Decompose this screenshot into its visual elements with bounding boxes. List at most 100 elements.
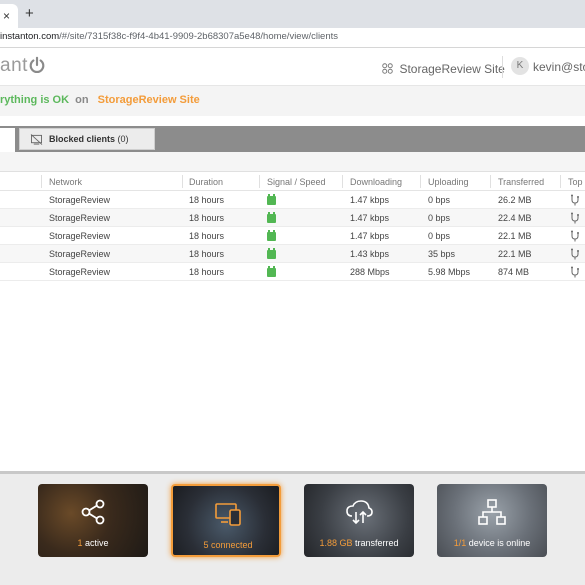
table-header: Network Duration Signal / Speed Download… — [0, 172, 585, 191]
table-row[interactable]: StorageReview 18 hours 1.47 kbps 0 bps 2… — [0, 227, 585, 245]
cell-network: StorageReview — [49, 231, 111, 241]
status-message: rything is OK on StorageReview Site — [0, 94, 200, 106]
col-duration[interactable]: Duration — [189, 177, 223, 187]
cell-duration: 18 hours — [189, 213, 225, 223]
column-separator — [490, 175, 491, 188]
transferred-amount: 1.88 GB — [319, 538, 353, 548]
device-summary: 1/1 device is online — [437, 538, 547, 548]
col-network[interactable]: Network — [49, 177, 82, 187]
table-toolbar — [0, 152, 585, 172]
sites-grid-icon — [382, 63, 393, 74]
clients-table: Network Duration Signal / Speed Download… — [0, 172, 585, 281]
tab-blocked-clients[interactable]: Blocked clients (0) — [19, 128, 155, 150]
avatar[interactable]: K — [511, 57, 529, 75]
cell-uploading: 5.98 Mbps — [428, 267, 471, 277]
cell-transferred: 26.2 MB — [498, 195, 532, 205]
cell-downloading: 1.47 kbps — [350, 231, 390, 241]
user-name[interactable]: kevin@sto — [533, 60, 585, 74]
connected-count: 5 — [203, 540, 209, 550]
col-uploading[interactable]: Uploading — [428, 177, 469, 187]
cell-transferred: 22.1 MB — [498, 231, 532, 241]
signal-icon — [267, 230, 276, 241]
address-bar[interactable]: instanton.com/#/site/7315f38c-f9f4-4b41-… — [0, 28, 585, 48]
cell-downloading: 1.43 kbps — [350, 249, 390, 259]
blocked-clients-text: Blocked clients — [49, 134, 116, 144]
app-header: ant StorageReview Site K kevin@sto — [0, 48, 585, 86]
device-card[interactable]: 1/1 device is online — [437, 484, 547, 557]
cell-network: StorageReview — [49, 249, 111, 259]
topology-icon[interactable] — [569, 212, 581, 224]
column-separator — [342, 175, 343, 188]
cell-uploading: 35 bps — [428, 249, 456, 259]
table-row[interactable]: StorageReview 18 hours 1.47 kbps 0 bps 2… — [0, 191, 585, 209]
device-count: 1/1 — [453, 538, 467, 548]
connected-summary: 5 connected — [173, 540, 279, 550]
col-downloading[interactable]: Downloading — [350, 177, 402, 187]
topology-icon[interactable] — [569, 248, 581, 260]
active-card[interactable]: 1 active — [38, 484, 148, 557]
transferred-card[interactable]: 1.88 GB transferred — [304, 484, 414, 557]
new-tab-button[interactable]: + — [25, 6, 34, 21]
cell-duration: 18 hours — [189, 267, 225, 277]
cell-transferred: 22.4 MB — [498, 213, 532, 223]
summary-cards: 1 active 5 connected 1.88 GB transferred — [0, 474, 585, 585]
cell-downloading: 1.47 kbps — [350, 213, 390, 223]
url-path: /#/site/7315f38c-f9f4-4b41-9909-2b68307a… — [59, 31, 339, 42]
topology-icon[interactable] — [569, 230, 581, 242]
column-separator — [560, 175, 561, 188]
cell-uploading: 0 bps — [428, 213, 451, 223]
cell-duration: 18 hours — [189, 249, 225, 259]
cell-downloading: 1.47 kbps — [350, 195, 390, 205]
signal-icon — [267, 212, 276, 223]
col-transferred[interactable]: Transferred — [498, 177, 544, 187]
header-divider — [502, 56, 503, 78]
status-site-link[interactable]: StorageReview Site — [98, 94, 200, 106]
blocked-clients-label: Blocked clients (0) — [49, 134, 129, 144]
devices-icon — [215, 503, 241, 526]
active-summary: 1 active — [38, 538, 148, 548]
browser-tab[interactable]: × — [0, 4, 18, 28]
column-separator — [420, 175, 421, 188]
network-device-icon — [478, 499, 506, 525]
share-network-icon — [81, 499, 105, 525]
column-separator — [182, 175, 183, 188]
cell-duration: 18 hours — [189, 231, 225, 241]
signal-icon — [267, 248, 276, 259]
app-window: × + instanton.com/#/site/7315f38c-f9f4-4… — [0, 0, 585, 585]
cell-transferred: 22.1 MB — [498, 249, 532, 259]
clients-tabs: Blocked clients (0) — [0, 126, 585, 152]
tab-close-icon[interactable]: × — [3, 9, 10, 23]
cell-network: StorageReview — [49, 267, 111, 277]
table-row[interactable]: StorageReview 18 hours 1.47 kbps 0 bps 2… — [0, 209, 585, 227]
active-count: 1 — [77, 538, 83, 548]
col-topology[interactable]: Top — [568, 177, 583, 187]
cell-network: StorageReview — [49, 195, 111, 205]
signal-icon — [267, 266, 276, 277]
transferred-label: transferred — [355, 538, 399, 548]
status-on-text: on — [75, 94, 89, 106]
tab-clients[interactable] — [0, 128, 15, 152]
cell-uploading: 0 bps — [428, 231, 451, 241]
url-text[interactable]: instanton.com/#/site/7315f38c-f9f4-4b41-… — [0, 31, 338, 42]
cell-duration: 18 hours — [189, 195, 225, 205]
blocked-clients-count: (0) — [117, 134, 129, 144]
site-name: StorageReview Site — [399, 61, 505, 76]
site-switcher[interactable]: StorageReview Site — [382, 60, 505, 76]
topology-icon[interactable] — [569, 266, 581, 278]
device-label: device is online — [468, 538, 531, 548]
transferred-summary: 1.88 GB transferred — [304, 538, 414, 548]
connected-card[interactable]: 5 connected — [171, 484, 281, 557]
column-separator — [259, 175, 260, 188]
cell-transferred: 874 MB — [498, 267, 530, 277]
col-signal-speed[interactable]: Signal / Speed — [267, 177, 326, 187]
topology-icon[interactable] — [569, 194, 581, 206]
connected-label: connected — [210, 540, 253, 550]
url-host: instanton.com — [0, 31, 60, 42]
browser-tabbar: × + — [0, 0, 585, 28]
active-label: active — [85, 538, 109, 548]
status-bar: rything is OK on StorageReview Site — [0, 86, 585, 116]
table-row[interactable]: StorageReview 18 hours 1.43 kbps 35 bps … — [0, 245, 585, 263]
table-row[interactable]: StorageReview 18 hours 288 Mbps 5.98 Mbp… — [0, 263, 585, 281]
cell-downloading: 288 Mbps — [350, 267, 390, 277]
power-logo-icon — [29, 56, 45, 74]
